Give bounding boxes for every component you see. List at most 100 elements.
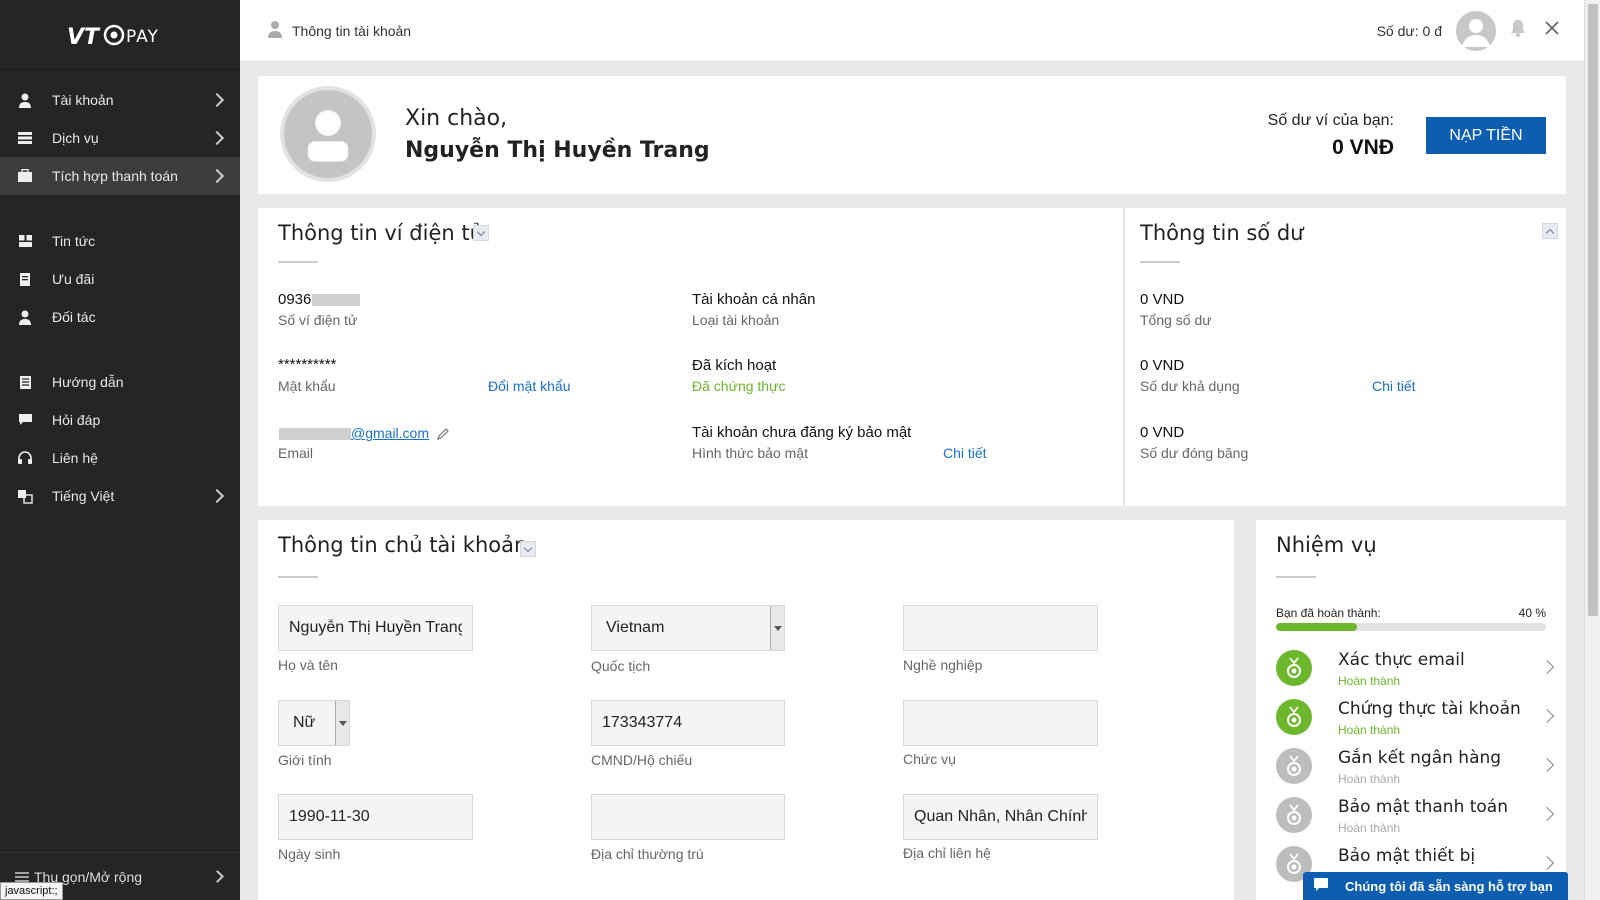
total-balance-value: 0 VND xyxy=(1140,291,1185,308)
chevron-right-icon xyxy=(1539,757,1555,773)
headset-icon xyxy=(14,450,36,466)
bell-icon[interactable] xyxy=(1510,19,1526,42)
task-status: Hoàn thành xyxy=(1338,821,1401,835)
partner-icon xyxy=(14,309,36,325)
page-title: Thông tin tài khoản xyxy=(292,22,412,39)
wallet-number-label: Số ví điện tử xyxy=(278,312,358,328)
briefcase-icon xyxy=(14,168,36,184)
sidebar-item-news[interactable]: Tin tức xyxy=(0,222,240,260)
gender-select[interactable]: Nữ xyxy=(278,700,350,746)
sidebar-group: Tài khoản Dịch vụ Tích hợp thanh toán xyxy=(0,70,240,195)
task-status: Hoàn thành xyxy=(1338,674,1401,688)
position-input[interactable] xyxy=(903,700,1098,746)
avatar[interactable] xyxy=(1456,10,1496,51)
progress-percent: 40 % xyxy=(1518,606,1546,620)
frozen-balance-label: Số dư đóng băng xyxy=(1140,445,1249,461)
chevron-right-icon xyxy=(1539,708,1555,724)
progress-bar-fill xyxy=(1276,623,1357,631)
task-name: Xác thực email xyxy=(1338,650,1465,670)
scrollbar[interactable] xyxy=(1584,0,1600,900)
gender-selected: Nữ xyxy=(293,714,316,731)
sidebar-item-book[interactable]: Hướng dẫn xyxy=(0,363,240,401)
permanent-address-input[interactable] xyxy=(591,794,785,840)
occupation-input[interactable] xyxy=(903,605,1098,651)
available-detail-link[interactable]: Chi tiết xyxy=(1372,378,1416,394)
breadcrumb: Thông tin tài khoản xyxy=(240,20,1377,41)
sidebar-item-label: Dịch vụ xyxy=(52,130,99,146)
verification-status: Đã chứng thực xyxy=(692,378,786,394)
chevron-up-icon xyxy=(1545,228,1555,237)
change-password-link[interactable]: Đổi mật khẩu xyxy=(488,378,570,394)
sidebar-item-coupon[interactable]: Ưu đãi xyxy=(0,260,240,298)
permanent-address-label: Địa chỉ thường trú xyxy=(591,846,704,862)
contact-address-input[interactable] xyxy=(903,794,1098,840)
sidebar-item-language[interactable]: Tiếng Việt xyxy=(0,477,240,515)
wallet-info-card: Thông tin ví điện tử 0936 Số ví điện tử … xyxy=(258,208,1123,506)
welcome-card: Xin chào, Nguyễn Thị Huyền Trang Số dư v… xyxy=(258,76,1566,194)
id-number-label: CMND/Hộ chiếu xyxy=(591,752,693,768)
sidebar-item-label: Tiếng Việt xyxy=(52,488,115,504)
logo-icon: VT PAY xyxy=(67,24,159,50)
collapse-wallet-info-toggle[interactable] xyxy=(473,225,489,241)
account-type-label: Loại tài khoản xyxy=(692,312,780,328)
support-chat-button[interactable]: Chúng tôi đã sẵn sàng hỗ trợ bạn xyxy=(1303,872,1568,900)
position-label: Chức vụ xyxy=(903,751,956,767)
task-item[interactable]: Chứng thực tài khoản Hoàn thành xyxy=(1276,697,1556,743)
owner-info-card: Thông tin chủ tài khoản Họ và tên Vietna… xyxy=(258,520,1234,900)
id-number-input[interactable] xyxy=(591,700,785,746)
medal-icon xyxy=(1276,699,1312,735)
services-icon xyxy=(14,130,36,146)
sidebar-item-chat[interactable]: Hỏi đáp xyxy=(0,401,240,439)
sidebar-item-headset[interactable]: Liên hệ xyxy=(0,439,240,477)
vtc-pay-logo[interactable]: VT PAY xyxy=(0,0,240,70)
dropdown-arrow-icon[interactable] xyxy=(335,701,349,745)
close-icon[interactable] xyxy=(1544,20,1560,41)
balance-info-card: Thông tin số dư 0 VND Tổng số dư 0 VND S… xyxy=(1125,208,1566,506)
wallet-number-value: 0936 xyxy=(278,291,361,308)
title-divider xyxy=(1276,576,1316,578)
full-name-label: Họ và tên xyxy=(278,657,338,673)
task-item[interactable]: Gắn kết ngân hàng Hoàn thành xyxy=(1276,746,1556,792)
sidebar-group: Tin tức Ưu đãi Đối tác xyxy=(0,211,240,336)
sidebar-item-user[interactable]: Tài khoản xyxy=(0,81,240,119)
greeting: Xin chào, xyxy=(405,106,508,131)
topup-button[interactable]: NẠP TIỀN xyxy=(1426,117,1546,154)
chevron-right-icon xyxy=(209,130,225,146)
progress-bar xyxy=(1276,623,1546,631)
chevron-down-icon xyxy=(523,543,533,552)
email-value[interactable]: @gmail.com xyxy=(278,425,450,441)
frozen-balance-value: 0 VND xyxy=(1140,424,1185,441)
dropdown-arrow-icon[interactable] xyxy=(770,606,784,650)
dob-label: Ngày sinh xyxy=(278,846,341,862)
chevron-down-icon xyxy=(476,227,486,236)
nationality-label: Quốc tịch xyxy=(591,658,651,674)
scrollbar-thumb[interactable] xyxy=(1588,4,1598,616)
activation-value: Đã kích hoạt xyxy=(692,357,777,374)
collapse-owner-info-toggle[interactable] xyxy=(520,541,536,557)
chevron-right-icon xyxy=(209,488,225,504)
sidebar-item-partner[interactable]: Đối tác xyxy=(0,298,240,336)
dob-input[interactable] xyxy=(278,794,473,840)
profile-avatar[interactable] xyxy=(280,86,376,182)
title-divider xyxy=(278,576,318,578)
sidebar-item-briefcase[interactable]: Tích hợp thanh toán xyxy=(0,157,240,195)
chevron-right-icon xyxy=(209,92,225,108)
task-name: Gắn kết ngân hàng xyxy=(1338,748,1502,768)
task-name: Chứng thực tài khoản xyxy=(1338,699,1521,719)
chevron-right-icon xyxy=(209,168,225,184)
task-item[interactable]: Bảo mật thanh toán Hoàn thành xyxy=(1276,795,1556,841)
profile-avatar-icon xyxy=(307,110,349,162)
svg-text:PAY: PAY xyxy=(126,27,159,47)
medal-icon xyxy=(1276,797,1312,833)
medal-icon xyxy=(1276,748,1312,784)
full-name-input[interactable] xyxy=(278,605,473,651)
task-item[interactable]: Xác thực email Hoàn thành xyxy=(1276,648,1556,694)
nationality-select[interactable]: Vietnam xyxy=(591,605,785,651)
sidebar-item-label: Tài khoản xyxy=(52,92,114,108)
collapse-balance-info-toggle[interactable] xyxy=(1542,223,1558,239)
available-balance-value: 0 VND xyxy=(1140,357,1185,374)
user-name: Nguyễn Thị Huyền Trang xyxy=(405,138,710,163)
security-detail-link[interactable]: Chi tiết xyxy=(943,445,987,461)
avatar-icon xyxy=(1462,18,1490,47)
sidebar-item-services[interactable]: Dịch vụ xyxy=(0,119,240,157)
